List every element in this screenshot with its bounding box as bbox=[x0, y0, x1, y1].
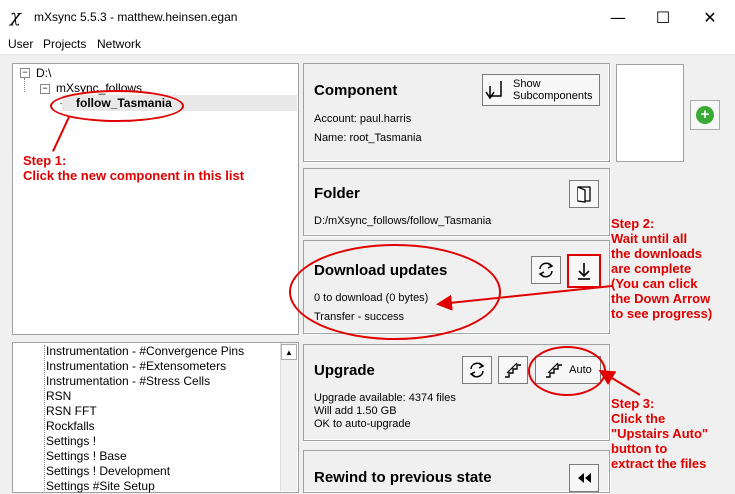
step3-arrow bbox=[598, 369, 641, 396]
step2-arrow bbox=[436, 285, 613, 311]
annotation-arrows bbox=[436, 285, 641, 396]
